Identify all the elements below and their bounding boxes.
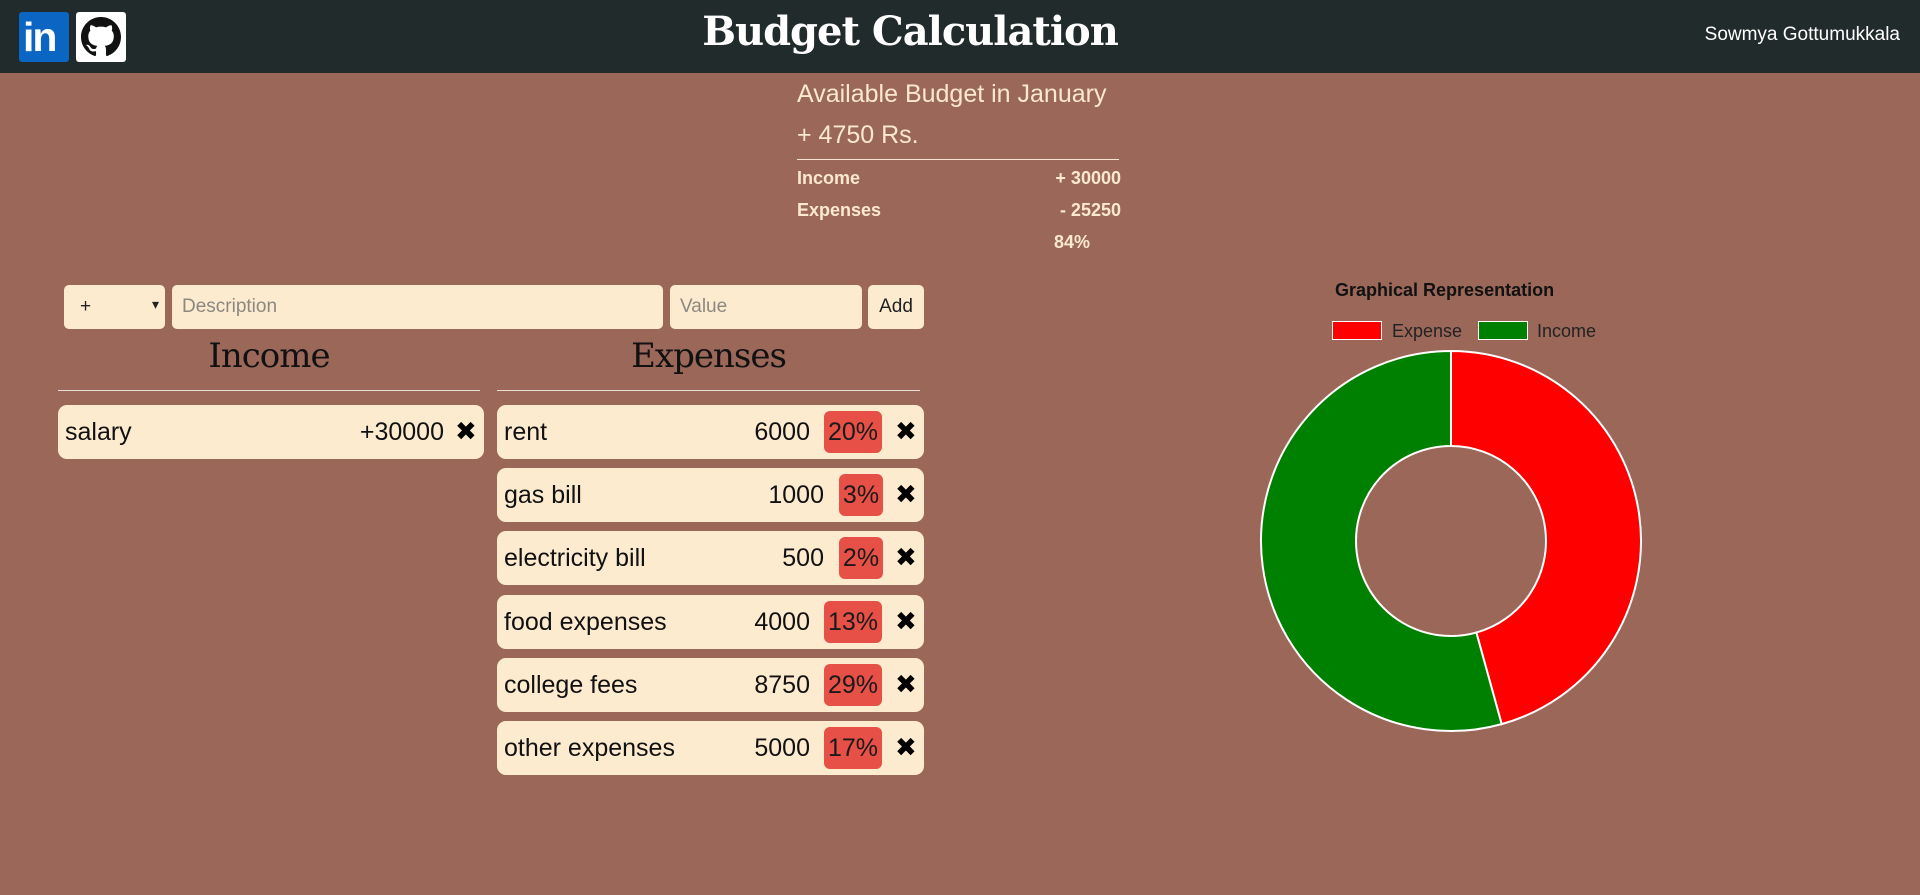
income-summary-value: + 30000 bbox=[1055, 168, 1121, 188]
income-divider bbox=[58, 390, 480, 391]
github-icon[interactable] bbox=[76, 12, 126, 62]
delete-icon[interactable]: ✖ bbox=[895, 480, 917, 510]
budget-summary: Available Budget in January + 4750 Rs. I… bbox=[797, 78, 1121, 256]
expenses-summary-percent: 84% bbox=[1054, 232, 1091, 252]
type-select[interactable]: + ▾ bbox=[64, 285, 165, 329]
expenses-summary-value: - 25250 bbox=[1059, 200, 1121, 220]
income-heading: Income bbox=[208, 336, 330, 376]
legend-label-income[interactable]: Income bbox=[1537, 321, 1596, 342]
expense-item-value: 8750 bbox=[754, 671, 810, 699]
linkedin-icon[interactable]: in bbox=[19, 12, 69, 62]
expense-percent-badge: 20% bbox=[824, 411, 882, 453]
add-button[interactable]: Add bbox=[868, 285, 924, 329]
legend-swatch-expense[interactable] bbox=[1332, 321, 1382, 340]
expense-item-value: 6000 bbox=[754, 418, 810, 446]
expense-item-value: 4000 bbox=[754, 608, 810, 636]
donut-chart bbox=[1260, 349, 1642, 732]
description-field bbox=[172, 285, 663, 329]
expense-percent-badge: 17% bbox=[824, 727, 882, 769]
page-title: Budget Calculation bbox=[702, 8, 1119, 55]
linkedin-logo-text: in bbox=[23, 14, 57, 60]
income-item-value: +30000 bbox=[359, 418, 444, 446]
expense-item-description: gas bill bbox=[504, 481, 582, 509]
value-field bbox=[670, 285, 862, 329]
delete-icon[interactable]: ✖ bbox=[895, 607, 917, 637]
delete-icon[interactable]: ✖ bbox=[455, 417, 477, 447]
expense-item-value: 5000 bbox=[754, 734, 810, 762]
income-summary-label: Income bbox=[797, 168, 861, 188]
expense-item-value: 1000 bbox=[768, 481, 824, 509]
expense-percent-badge: 3% bbox=[839, 474, 883, 516]
expense-percent-badge: 2% bbox=[839, 537, 883, 579]
available-budget-value: + 4750 Rs. bbox=[797, 121, 919, 149]
expense-item-description: electricity bill bbox=[504, 544, 646, 572]
value-input[interactable] bbox=[670, 285, 862, 329]
expense-percent-badge: 13% bbox=[824, 601, 882, 643]
delete-icon[interactable]: ✖ bbox=[895, 670, 917, 700]
expenses-summary-row: Expenses - 25250 bbox=[797, 192, 1121, 224]
expense-item: college fees 8750 29% ✖ bbox=[497, 658, 924, 712]
github-logo bbox=[81, 17, 121, 57]
description-input[interactable] bbox=[172, 285, 663, 329]
expense-item-description: rent bbox=[504, 418, 548, 446]
expense-item-description: other expenses bbox=[504, 734, 675, 762]
income-item-description: salary bbox=[65, 418, 132, 446]
expense-item: gas bill 1000 3% ✖ bbox=[497, 468, 924, 522]
chevron-down-icon: ▾ bbox=[151, 296, 159, 312]
legend-label-expense[interactable]: Expense bbox=[1392, 321, 1462, 342]
income-item: salary +30000 ✖ bbox=[58, 405, 484, 459]
delete-icon[interactable]: ✖ bbox=[895, 417, 917, 447]
expense-item-description: college fees bbox=[504, 671, 638, 699]
type-select-value: + bbox=[80, 296, 92, 317]
expense-item: food expenses 4000 13% ✖ bbox=[497, 595, 924, 649]
user-name: Sowmya Gottumukkala bbox=[1704, 24, 1900, 45]
income-summary-row: Income + 30000 bbox=[797, 160, 1121, 192]
expense-percent-badge: 29% bbox=[824, 664, 882, 706]
expenses-percent-row: 84% bbox=[797, 224, 1121, 256]
chart-title: Graphical Representation bbox=[1335, 280, 1555, 300]
top-bar: in Budget Calculation Sowmya Gottumukkal… bbox=[0, 0, 1920, 73]
expense-item: rent 6000 20% ✖ bbox=[497, 405, 924, 459]
expenses-divider bbox=[497, 390, 920, 391]
delete-icon[interactable]: ✖ bbox=[895, 543, 917, 573]
legend-swatch-income[interactable] bbox=[1478, 321, 1528, 340]
delete-icon[interactable]: ✖ bbox=[895, 733, 917, 763]
expense-item-description: food expenses bbox=[504, 608, 667, 636]
expense-item-value: 500 bbox=[782, 544, 824, 572]
expense-item: other expenses 5000 17% ✖ bbox=[497, 721, 924, 775]
budget-title: Available Budget in January bbox=[797, 80, 1107, 108]
expenses-summary-label: Expenses bbox=[797, 200, 882, 220]
expense-item: electricity bill 500 2% ✖ bbox=[497, 531, 924, 585]
expenses-heading: Expenses bbox=[631, 336, 787, 376]
